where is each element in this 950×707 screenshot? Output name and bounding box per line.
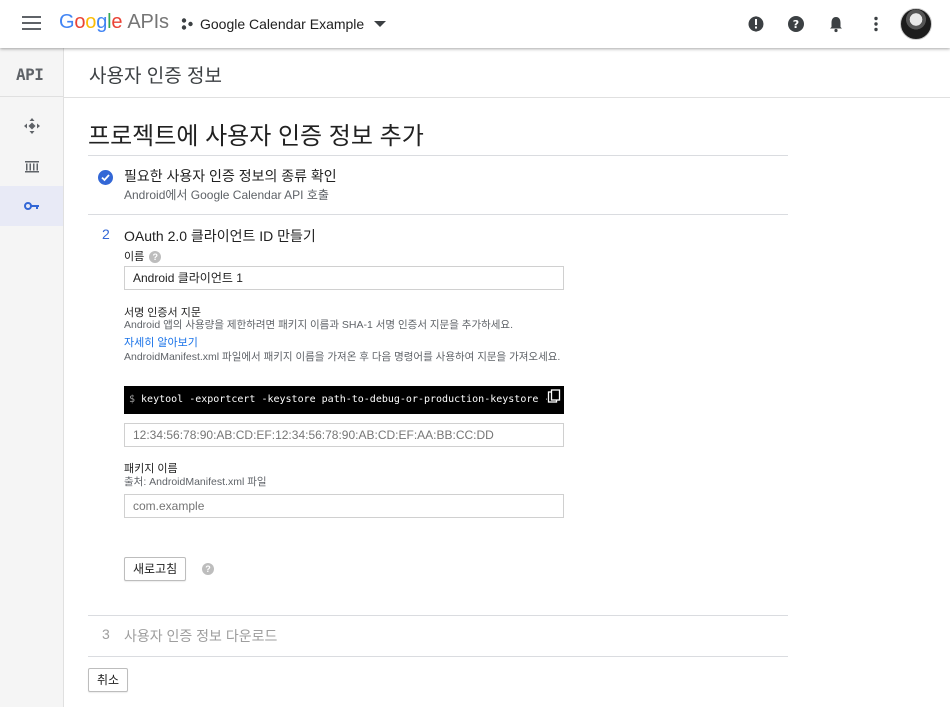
api-logo[interactable]: API bbox=[16, 65, 44, 84]
manifest-description: AndroidManifest.xml 파일에서 패키지 이름을 가져온 후 다… bbox=[124, 351, 561, 363]
key-icon bbox=[23, 202, 39, 210]
svg-text:?: ? bbox=[793, 18, 799, 31]
check-circle-icon bbox=[98, 170, 113, 185]
step3-number: 3 bbox=[102, 626, 110, 642]
keytool-command-box[interactable]: $ keytool -exportcert -keystore path-to-d… bbox=[124, 386, 564, 414]
package-name-input[interactable]: com.example bbox=[124, 494, 564, 518]
package-source-text: 출처: AndroidManifest.xml 파일 bbox=[124, 476, 267, 488]
more-vert-icon[interactable] bbox=[867, 15, 885, 33]
refresh-button[interactable]: 새로고침 bbox=[124, 557, 187, 581]
top-app-bar: Google APIs Google Calendar Example ? bbox=[0, 0, 950, 48]
page-title: 사용자 인증 정보 bbox=[89, 66, 222, 87]
divider bbox=[88, 656, 788, 657]
sha1-fingerprint-input[interactable]: 12:34:56:78:90:AB:CD:EF:12:34:56:78:90:A… bbox=[124, 423, 564, 447]
client-name-input[interactable]: Android 클라이언트 1 bbox=[124, 266, 564, 290]
nav-library[interactable] bbox=[0, 146, 63, 186]
google-apis-logo[interactable]: Google APIs bbox=[59, 11, 169, 34]
project-name: Google Calendar Example bbox=[200, 16, 365, 32]
chevron-down-icon bbox=[374, 21, 387, 27]
dashboard-diamond-icon bbox=[23, 118, 40, 134]
user-avatar[interactable] bbox=[900, 8, 932, 40]
step2-title: OAuth 2.0 클라이언트 ID 만들기 bbox=[124, 228, 316, 244]
page-heading: 프로젝트에 사용자 인증 정보 추가 bbox=[88, 123, 424, 150]
project-selector[interactable]: Google Calendar Example bbox=[180, 13, 387, 35]
divider bbox=[88, 615, 788, 616]
project-hub-icon bbox=[181, 18, 193, 30]
feedback-icon[interactable] bbox=[747, 15, 765, 33]
help-icon[interactable]: ? bbox=[149, 251, 162, 264]
step3-title: 사용자 인증 정보 다운로드 bbox=[124, 628, 278, 644]
library-icon bbox=[24, 161, 39, 173]
step1-subtitle: Android에서 Google Calendar API 호출 bbox=[124, 188, 329, 202]
command-prompt: $ bbox=[129, 394, 136, 405]
help-icon[interactable]: ? bbox=[787, 15, 805, 33]
cancel-button[interactable]: 취소 bbox=[88, 668, 128, 692]
nav-dashboard[interactable] bbox=[0, 106, 63, 146]
menu-icon[interactable] bbox=[22, 16, 41, 30]
rail-divider bbox=[0, 96, 64, 97]
divider bbox=[88, 214, 788, 215]
step2-number: 2 bbox=[102, 226, 110, 242]
step1-title[interactable]: 필요한 사용자 인증 정보의 종류 확인 bbox=[124, 166, 337, 186]
help-icon[interactable]: ? bbox=[202, 563, 214, 575]
name-label: 이름? bbox=[124, 248, 162, 264]
copy-icon[interactable] bbox=[547, 389, 561, 405]
learn-more-link[interactable]: 자세히 알아보기 bbox=[124, 334, 198, 350]
nav-credentials[interactable] bbox=[0, 186, 63, 226]
notifications-bell-icon[interactable] bbox=[827, 15, 845, 33]
left-nav-rail: API bbox=[0, 48, 64, 707]
page-header: 사용자 인증 정보 bbox=[64, 48, 950, 98]
keytool-command: keytool -exportcert -keystore path-to-de… bbox=[141, 394, 551, 405]
fingerprint-description: Android 앱의 사용량을 제한하려면 패키지 이름과 SHA-1 서명 인… bbox=[124, 319, 514, 331]
divider bbox=[88, 155, 788, 156]
